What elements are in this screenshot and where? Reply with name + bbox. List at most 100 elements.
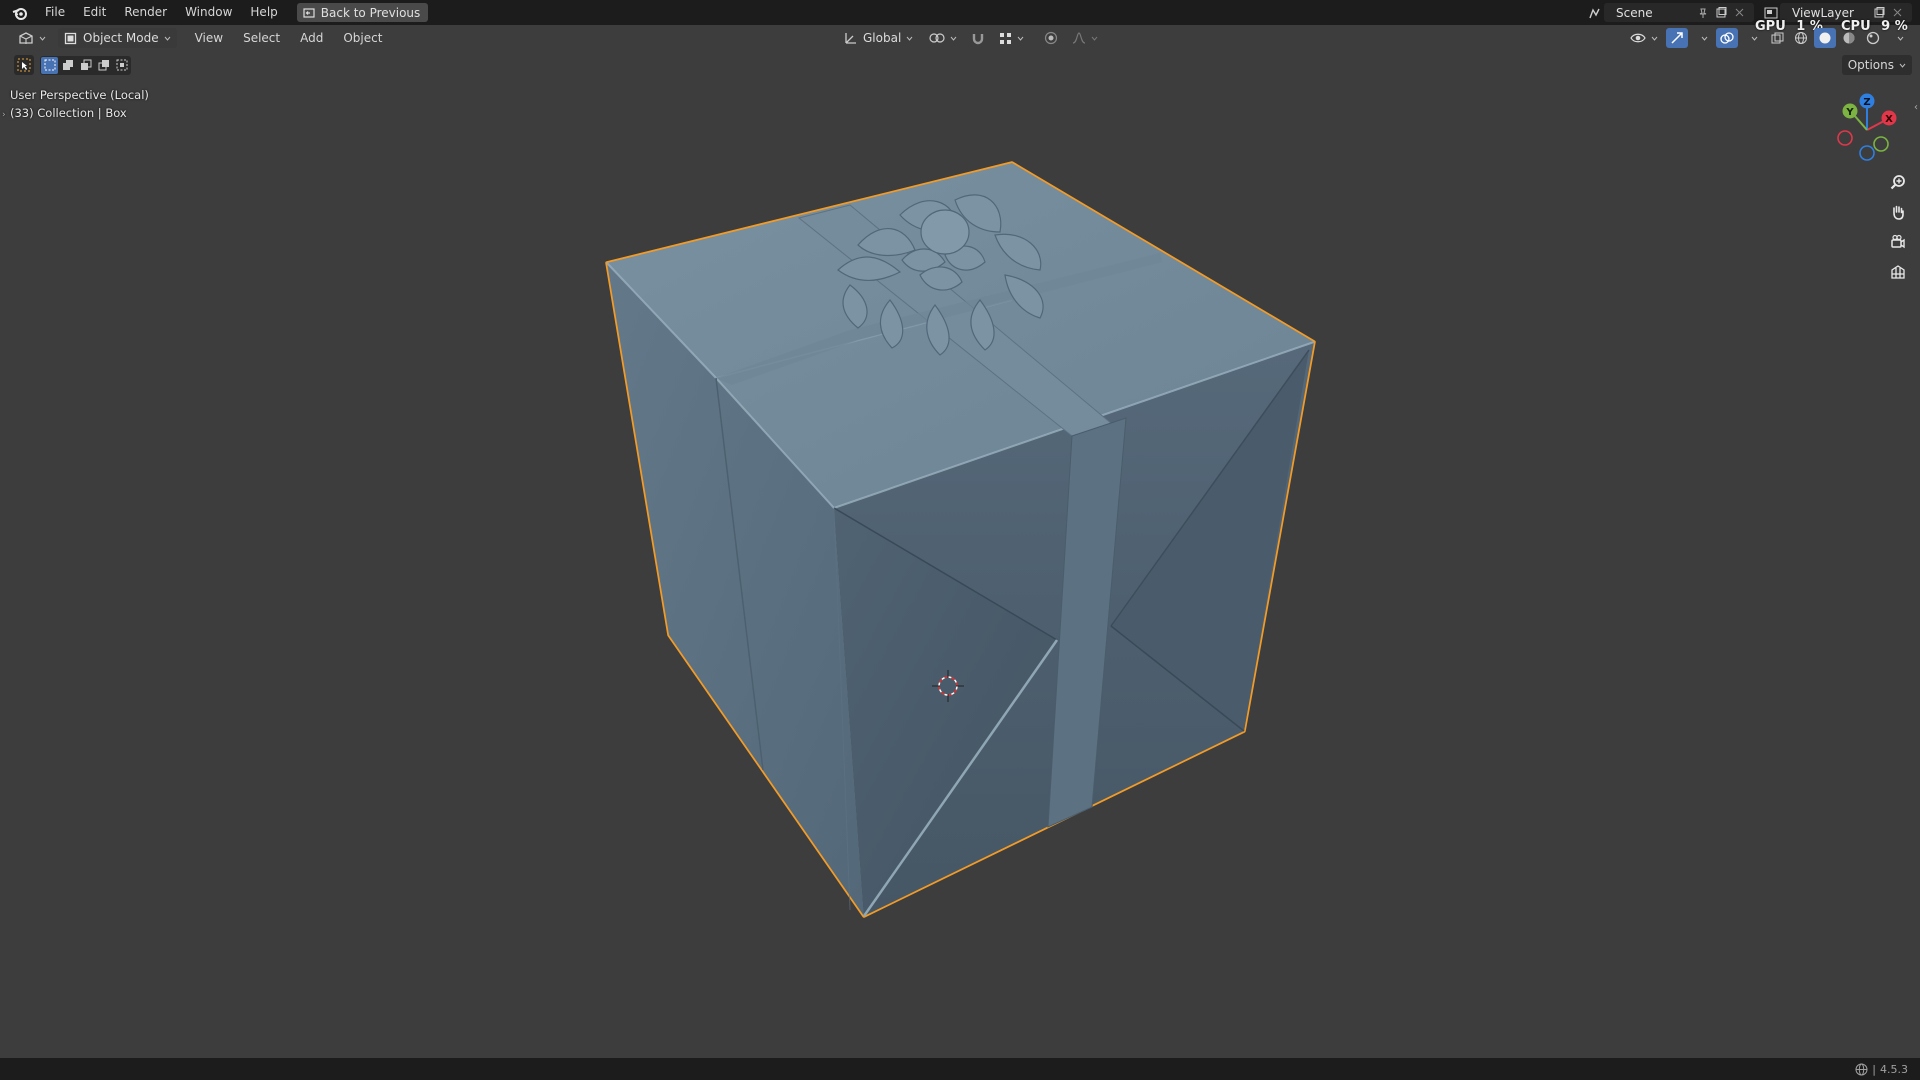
menu-object[interactable]: Object <box>333 31 392 45</box>
camera-view-button[interactable] <box>1886 230 1910 254</box>
chevron-down-icon <box>1701 36 1708 41</box>
sidebar-toggle-arrow[interactable]: ‹ <box>1914 102 1918 113</box>
material-sphere-icon <box>1843 32 1855 44</box>
object-mode-icon <box>64 32 77 44</box>
xray-toggle[interactable] <box>1766 28 1788 48</box>
menu-add[interactable]: Add <box>290 31 333 45</box>
shading-wireframe[interactable] <box>1790 28 1812 48</box>
menu-window[interactable]: Window <box>176 0 241 25</box>
new-scene-icon[interactable] <box>1712 4 1730 22</box>
version-number: 4.5.3 <box>1880 1062 1908 1076</box>
gift-box-object[interactable] <box>605 161 1316 918</box>
select-box-cursor-icon <box>17 58 31 72</box>
scene-selector[interactable]: Scene <box>1604 3 1754 22</box>
falloff-curve-icon <box>1073 32 1086 44</box>
set-new-icon <box>44 59 55 71</box>
falloff-dropdown[interactable] <box>1066 28 1104 48</box>
zoom-button[interactable] <box>1886 170 1910 194</box>
viewport-info: User Perspective (Local) (33) Collection… <box>2 86 149 122</box>
zoom-magnifier-icon <box>1890 175 1905 190</box>
gizmo-neg-z[interactable] <box>1859 145 1875 161</box>
chevron-down-icon <box>39 36 46 41</box>
transform-orientation-dropdown[interactable]: Global <box>838 28 919 48</box>
perspective-label: User Perspective (Local) <box>10 88 149 102</box>
menu-render[interactable]: Render <box>115 0 176 25</box>
object-mode-dropdown[interactable]: Object Mode <box>58 28 177 48</box>
pan-button[interactable] <box>1886 200 1910 224</box>
overlays-icon <box>1720 32 1734 44</box>
status-divider: | <box>1872 1062 1876 1076</box>
gizmo-y-axis[interactable]: Y <box>1842 103 1858 119</box>
snap-target-dropdown[interactable] <box>993 28 1030 48</box>
options-label: Options <box>1847 58 1894 72</box>
rendered-sphere-icon <box>1866 31 1880 45</box>
chevron-down-icon <box>950 36 957 41</box>
globe-icon <box>1855 1063 1868 1075</box>
back-to-previous-label: Back to Previous <box>320 5 421 20</box>
blender-logo-icon[interactable] <box>10 3 30 23</box>
camera-icon <box>1891 234 1905 249</box>
subtract-icon <box>80 59 91 70</box>
pivot-icon <box>929 33 945 43</box>
gizmo-x-axis[interactable]: X <box>1881 110 1897 126</box>
shading-material[interactable] <box>1838 28 1860 48</box>
gizmo-neg-x[interactable] <box>1837 130 1853 146</box>
navigation-buttons <box>1886 170 1910 284</box>
overlays-dropdown[interactable] <box>1740 28 1764 48</box>
intersect-icon <box>116 59 127 71</box>
select-tool-button[interactable] <box>14 55 34 75</box>
header-center-tools: Global <box>838 28 1104 48</box>
back-to-previous-button[interactable]: Back to Previous <box>296 3 429 22</box>
chevron-right-icon[interactable]: › <box>2 106 6 124</box>
menu-view[interactable]: View <box>185 31 233 45</box>
pin-icon[interactable] <box>1694 4 1712 22</box>
chevron-down-icon <box>1899 63 1906 68</box>
mode-set-new[interactable] <box>41 56 58 74</box>
status-bar: | 4.5.3 <box>0 1058 1920 1080</box>
selection-mode-group <box>40 55 131 75</box>
gizmos-dropdown[interactable] <box>1690 28 1714 48</box>
extend-icon <box>62 60 73 70</box>
proportional-editing-toggle[interactable] <box>1040 28 1062 48</box>
overlays-toggle[interactable] <box>1716 28 1738 48</box>
editor-type-dropdown[interactable] <box>12 28 52 48</box>
gizmos-toggle[interactable] <box>1666 28 1688 48</box>
shading-dropdown[interactable] <box>1886 28 1910 48</box>
menu-select[interactable]: Select <box>233 31 290 45</box>
shading-solid[interactable] <box>1814 28 1836 48</box>
gizmo-arrows-icon <box>1671 32 1683 44</box>
shading-rendered[interactable] <box>1862 28 1884 48</box>
delete-scene-icon[interactable] <box>1730 4 1748 22</box>
snap-toggle[interactable] <box>967 28 989 48</box>
menu-file[interactable]: File <box>36 0 74 25</box>
viewport-scene[interactable] <box>0 0 1920 1080</box>
tool-settings-row <box>14 55 131 75</box>
menu-help[interactable]: Help <box>241 0 286 25</box>
chevron-down-icon <box>1897 36 1904 41</box>
menu-edit[interactable]: Edit <box>74 0 115 25</box>
ortho-toggle-button[interactable] <box>1886 260 1910 284</box>
mode-intersect[interactable] <box>113 57 130 74</box>
mode-extend[interactable] <box>59 57 76 74</box>
collection-label: (33) Collection | Box <box>10 106 127 120</box>
scene-name[interactable]: Scene <box>1610 6 1694 20</box>
options-dropdown[interactable]: Options <box>1841 55 1912 75</box>
scene-type-icon[interactable] <box>1586 4 1604 22</box>
back-arrow-icon <box>303 7 315 18</box>
wireframe-sphere-icon <box>1795 32 1807 44</box>
gizmo-neg-y[interactable] <box>1873 136 1889 152</box>
proportional-editing-icon <box>1045 31 1058 45</box>
hand-icon <box>1893 205 1904 220</box>
xray-icon <box>1771 32 1783 43</box>
navigation-gizmo[interactable]: X Z Y <box>1832 92 1902 162</box>
pivot-point-dropdown[interactable] <box>923 28 963 48</box>
chevron-down-icon <box>1751 36 1758 41</box>
mode-difference[interactable] <box>95 57 112 74</box>
viewlayer-name[interactable]: ViewLayer <box>1786 6 1870 20</box>
solid-sphere-icon <box>1819 32 1831 44</box>
mode-subtract[interactable] <box>77 57 94 74</box>
chevron-down-icon <box>906 36 913 41</box>
chevron-down-icon <box>164 36 170 41</box>
gizmo-z-axis[interactable]: Z <box>1859 93 1875 109</box>
visibility-dropdown[interactable] <box>1624 28 1664 48</box>
